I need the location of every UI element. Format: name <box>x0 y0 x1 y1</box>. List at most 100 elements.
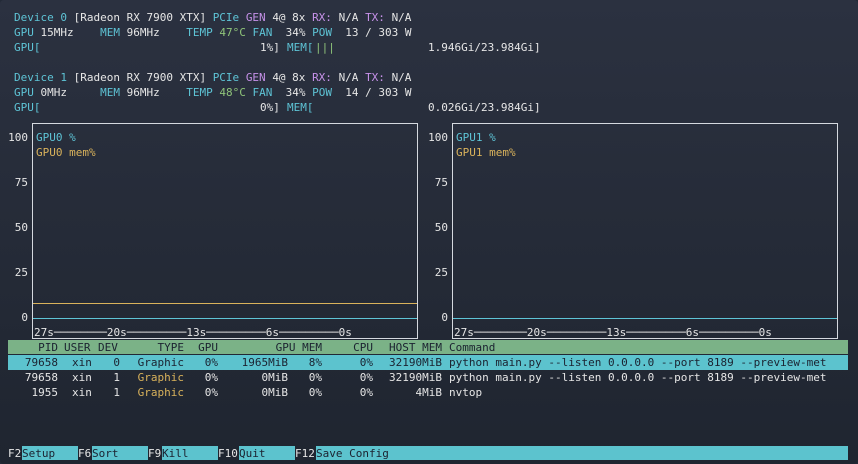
quit-button[interactable]: Quit <box>239 446 295 460</box>
col-pid[interactable]: PID <box>8 340 58 355</box>
dev: 1 <box>113 371 120 384</box>
device-0-stats-line: GPU 15MHz MEM 96MHz TEMP 47°C FAN 34% PO… <box>14 25 411 40</box>
tx-value: N/A <box>391 11 412 24</box>
col-gpu[interactable]: GPU <box>188 340 218 355</box>
y-tick-50: 50 <box>14 221 28 234</box>
device-1-bars-line: GPU[0%] MEM[0.026Gi/23.984Gi] <box>14 100 541 115</box>
gpu-mem-line <box>33 303 417 305</box>
fan-value: 34% <box>285 86 306 99</box>
legend-gpu-mem: GPU0 mem% <box>36 146 96 159</box>
temp-label: TEMP <box>186 26 213 39</box>
f6-key: F6 <box>78 447 92 460</box>
kill-button[interactable]: Kill <box>162 446 218 460</box>
col-type[interactable]: TYPE <box>128 340 185 355</box>
cpu: 0% <box>359 371 373 384</box>
gpu-util: 0% <box>204 371 218 384</box>
gpu-mem-pct: 8% <box>308 356 322 369</box>
gpu-util: 0% <box>204 386 218 399</box>
mem-clock-label: MEM <box>100 26 120 39</box>
y-tick-50: 50 <box>434 221 448 234</box>
tx-label: TX: <box>365 11 385 24</box>
temp-label: TEMP <box>186 86 213 99</box>
col-command[interactable]: Command <box>449 340 495 355</box>
setup-button[interactable]: Setup <box>22 446 78 460</box>
gen-label: GEN <box>245 71 266 84</box>
host-mem: 32190MiB <box>389 356 442 369</box>
col-cpu[interactable]: CPU <box>338 340 373 355</box>
tx-label: TX: <box>365 71 385 84</box>
fan-value: 34% <box>285 26 306 39</box>
process-row[interactable]: 1955 xin 1 Graphic 0% 0MiB 0% 0% 4MiB nv… <box>8 385 848 400</box>
gpu-clock-value: 0MHz <box>40 86 68 99</box>
device-name: Device 1 <box>14 71 67 84</box>
gpu-clock-label: GPU <box>14 26 34 39</box>
col-user[interactable]: USER <box>64 340 91 355</box>
gpu-util-line <box>33 318 417 319</box>
device-1-title-line: Device 1 [Radeon RX 7900 XTX] PCIe GEN 4… <box>14 70 411 85</box>
gpu-bar-percent: 1%] <box>260 41 280 54</box>
rx-value: N/A <box>338 71 359 84</box>
f12-key: F12 <box>295 447 315 460</box>
legend-gpu-util: GPU0 % <box>36 131 76 144</box>
y-tick-25: 25 <box>14 266 28 279</box>
terminal-window: Device 0 [Radeon RX 7900 XTX] PCIe GEN 4… <box>0 0 858 464</box>
gpu-bar-open: GPU[ <box>14 101 41 114</box>
pid: 1955 <box>31 386 59 399</box>
device-model: [Radeon RX 7900 XTX] <box>73 71 207 84</box>
legend-gpu-util: GPU1 % <box>456 131 496 144</box>
user: xin <box>72 356 92 369</box>
y-tick-100: 100 <box>8 131 28 144</box>
save-config-button[interactable]: Save Config <box>316 446 848 460</box>
mem-clock-label: MEM <box>100 86 120 99</box>
f10-key: F10 <box>218 447 238 460</box>
temp-value: 48°C <box>219 86 246 99</box>
fan-label: FAN <box>252 26 273 39</box>
host-mem: 4MiB <box>415 386 443 399</box>
legend-gpu-mem: GPU1 mem% <box>456 146 516 159</box>
pcie-label: PCIe <box>212 11 240 24</box>
command: python main.py --listen 0.0.0.0 --port 8… <box>449 356 827 369</box>
rx-label: RX: <box>312 11 332 24</box>
function-key-bar: F2 Setup F6 Sort F9 Kill F10 Quit F12 Sa… <box>8 446 848 460</box>
dev: 1 <box>113 386 120 399</box>
type: Graphic <box>137 371 184 384</box>
command: python main.py --listen 0.0.0.0 --port 8… <box>449 371 827 384</box>
gpu-bar-percent: 0%] <box>260 101 280 114</box>
y-tick-25: 25 <box>434 266 448 279</box>
rx-value: N/A <box>338 11 359 24</box>
col-gpu-mem[interactable]: GPU MEM <box>238 340 322 355</box>
gpu-util: 0% <box>204 356 218 369</box>
device-1-stats-line: GPU 0MHz MEM 96MHz TEMP 48°C FAN 34% POW… <box>14 85 411 100</box>
dev: 0 <box>113 356 120 369</box>
gpu-mem-pct: 0% <box>308 386 322 399</box>
process-row[interactable]: 79658 xin 0 Graphic 0% 1965MiB 8% 0% 321… <box>8 355 848 370</box>
gpu-mem: 0MiB <box>261 386 289 399</box>
process-row[interactable]: 79658 xin 1 Graphic 0% 0MiB 0% 0% 32190M… <box>8 370 848 385</box>
command: nvtop <box>449 386 483 399</box>
f2-key: F2 <box>8 447 22 460</box>
type: Graphic <box>137 356 184 369</box>
cpu: 0% <box>359 386 373 399</box>
mem-usage-value: 1.946Gi/23.984Gi] <box>428 41 541 54</box>
mem-bar-fill: ||| <box>315 41 335 54</box>
device-model: [Radeon RX 7900 XTX] <box>73 11 207 24</box>
col-host-mem[interactable]: HOST MEM <box>378 340 442 355</box>
device-0-bars-line: GPU[1%] MEM[||| 1.946Gi/23.984Gi] <box>14 40 541 55</box>
sort-button[interactable]: Sort <box>92 446 148 460</box>
gpu0-history-chart: GPU0 % GPU0 mem% <box>32 123 418 339</box>
rx-label: RX: <box>312 71 332 84</box>
y-tick-75: 75 <box>14 176 28 189</box>
tx-value: N/A <box>391 71 412 84</box>
gpu-mem-pct: 0% <box>308 371 322 384</box>
cpu: 0% <box>359 356 373 369</box>
y-tick-0: 0 <box>21 311 28 324</box>
x-axis-labels: 27s────────20s─────────13s─────────6s───… <box>454 326 772 339</box>
process-table-header[interactable]: PID USER DEV TYPE GPU GPU MEM CPU HOST M… <box>8 340 848 354</box>
col-dev[interactable]: DEV <box>98 340 118 355</box>
power-value: 14 / 303 W <box>345 86 412 99</box>
gpu-clock-label: GPU <box>14 86 34 99</box>
y-tick-100: 100 <box>428 131 448 144</box>
gen-value: 4@ 8x <box>272 71 306 84</box>
y-tick-0: 0 <box>441 311 448 324</box>
gen-value: 4@ 8x <box>272 11 306 24</box>
